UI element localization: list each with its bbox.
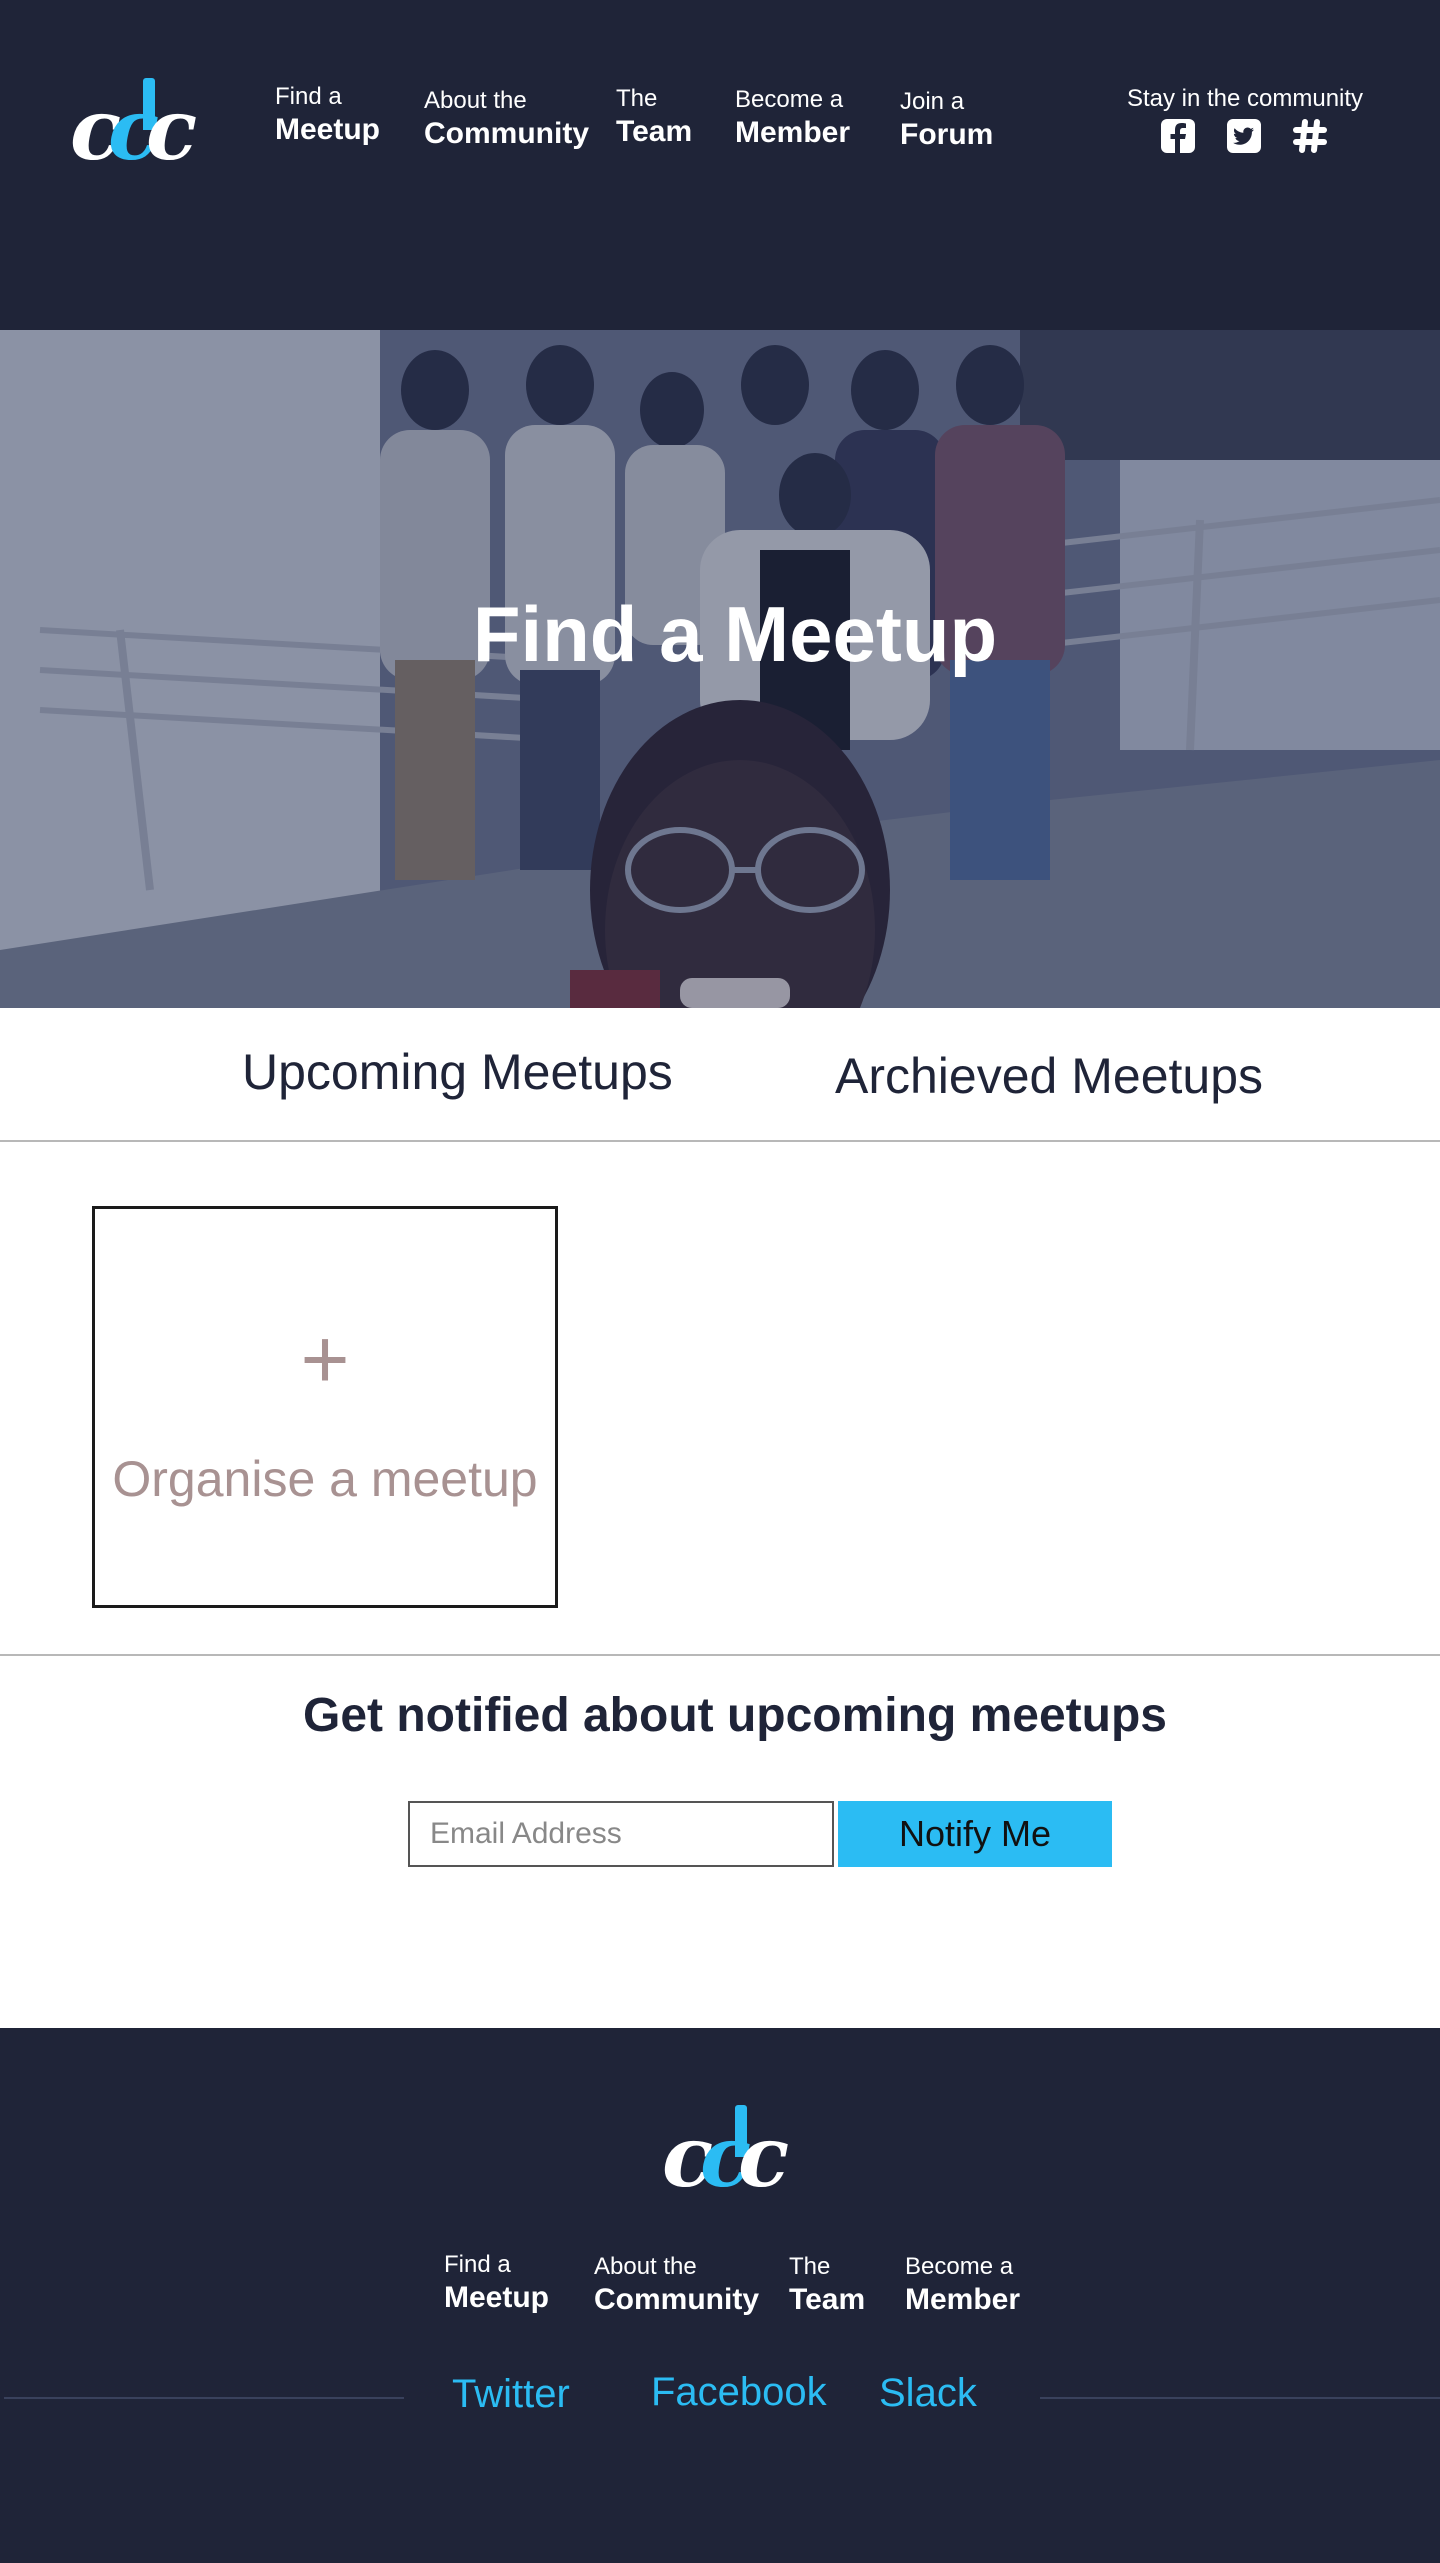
nav-label-big: Community [424,117,589,150]
slack-icon[interactable] [1292,118,1328,154]
nav-label-big: Team [789,2283,866,2316]
footer-link-facebook[interactable]: Facebook [651,2368,827,2416]
tab-archived-meetups[interactable]: Archieved Meetups [835,1046,1263,1106]
nav-label-small: The [789,2253,831,2280]
site-footer: c c c Find a Meetup About the Community … [0,2028,1440,2563]
nav-label-small: Become a [905,2253,1014,2280]
organise-meetup-card[interactable]: + Organise a meetup [92,1206,558,1608]
nav-label-small: Join a [900,88,965,115]
site-header: c c c Find a Meetup About the Community … [0,0,1440,330]
nav-label-small: Find a [444,2251,511,2278]
social-title: Stay in the community [1126,85,1364,112]
meetup-tabs: Upcoming Meetups Archieved Meetups [0,1008,1440,1142]
plus-icon: + [300,1312,350,1406]
footer-link-twitter[interactable]: Twitter [452,2370,570,2418]
nav-label-big: Community [594,2283,759,2316]
footer-nav-find-meetup[interactable]: Find a Meetup [444,2250,549,2316]
footer-logo[interactable]: c c c [662,2105,792,2206]
logo-letter-c-right: c [146,80,198,179]
nav-become-member[interactable]: Become a Member [735,85,850,151]
facebook-icon[interactable] [1160,118,1196,154]
nav-label-big: Meetup [444,2281,549,2314]
logo-letter-c-right: c [738,2107,790,2206]
hero-title: Find a Meetup [472,590,998,678]
footer-line-left [4,2397,404,2399]
nav-find-meetup[interactable]: Find a Meetup [275,82,380,148]
email-field[interactable] [408,1801,834,1867]
nav-label-big: Forum [900,118,994,151]
tab-upcoming-meetups[interactable]: Upcoming Meetups [242,1042,673,1102]
nav-label-small: The [616,85,658,112]
footer-nav-become-member[interactable]: Become a Member [905,2252,1020,2318]
nav-about-community[interactable]: About the Community [424,86,589,152]
footer-nav-about-community[interactable]: About the Community [594,2252,759,2318]
notify-heading: Get notified about upcoming meetups [303,1689,1167,1742]
nav-join-forum[interactable]: Join a Forum [900,87,993,153]
nav-label-big: Meetup [275,113,380,146]
nav-label-big: Member [905,2283,1021,2316]
footer-link-slack[interactable]: Slack [879,2369,977,2417]
hero-banner: Find a Meetup [0,330,1440,1008]
header-logo[interactable]: c c c [70,78,200,179]
nav-label-small: About the [594,2253,697,2280]
footer-nav-the-team[interactable]: The Team [789,2252,865,2318]
notify-me-button[interactable]: Notify Me [838,1801,1112,1867]
nav-label-small: Find a [275,83,342,110]
social-icons [1160,118,1330,160]
nav-the-team[interactable]: The Team [616,84,692,150]
nav-label-small: About the [424,87,527,114]
nav-label-small: Become a [735,86,844,113]
nav-label-big: Member [735,116,851,149]
twitter-icon[interactable] [1226,118,1262,154]
section-divider [0,1654,1440,1656]
organise-meetup-label: Organise a meetup [112,1451,538,1507]
social-block: Stay in the community [1100,84,1390,153]
nav-label-big: Team [616,115,693,148]
footer-line-right [1040,2397,1440,2399]
